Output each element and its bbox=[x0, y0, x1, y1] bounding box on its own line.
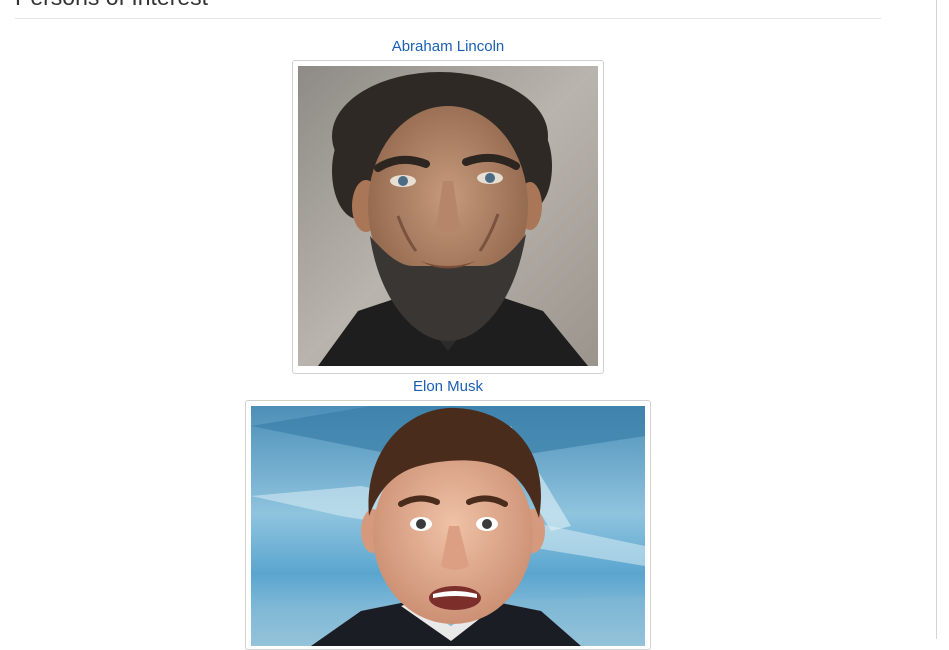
lincoln-portrait-image bbox=[298, 66, 598, 366]
person-link-musk[interactable]: Elon Musk bbox=[15, 378, 881, 396]
musk-portrait-image bbox=[251, 406, 645, 646]
person-thumbnail-musk[interactable] bbox=[245, 400, 651, 650]
page-title: Persons of Interest bbox=[15, 0, 208, 11]
person-thumbnail-lincoln[interactable] bbox=[292, 60, 604, 374]
title-divider bbox=[15, 18, 881, 19]
person-link-lincoln[interactable]: Abraham Lincoln bbox=[15, 38, 881, 56]
window-edge bbox=[936, 0, 937, 639]
